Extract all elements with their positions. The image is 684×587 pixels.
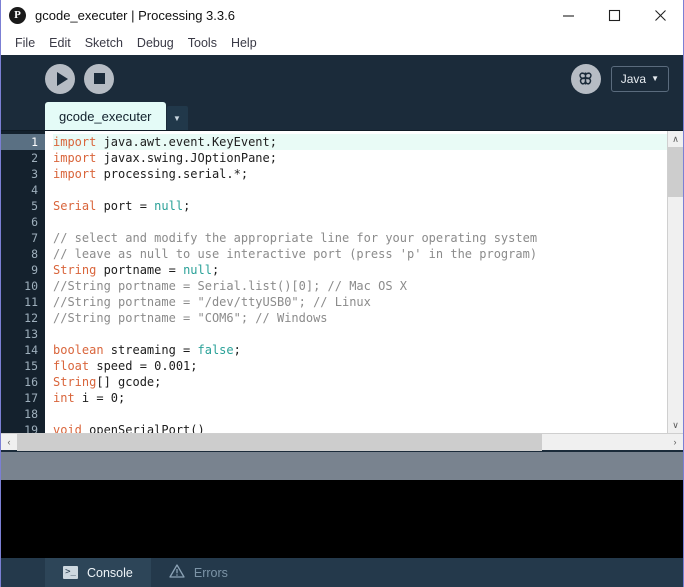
minimize-icon[interactable] — [545, 0, 591, 31]
line-number: 6 — [31, 215, 38, 229]
vscroll-thumb[interactable] — [668, 147, 683, 197]
processing-ide-window: P gcode_executer | Processing 3.3.6 File… — [0, 0, 684, 587]
code-line[interactable]: import java.awt.event.KeyEvent; — [53, 134, 667, 150]
close-icon[interactable] — [637, 0, 683, 31]
sketch-tab-strip: gcode_executer ▼ — [1, 102, 683, 130]
maximize-icon[interactable] — [591, 0, 637, 31]
terminal-icon: >_ — [63, 566, 78, 579]
editor-vertical-scrollbar[interactable]: ∧ ∨ — [667, 131, 683, 433]
code-line[interactable]: import processing.serial.*; — [53, 166, 667, 182]
hscroll-thumb[interactable] — [17, 433, 542, 451]
tab-menu-button[interactable]: ▼ — [166, 106, 188, 130]
menu-sketch[interactable]: Sketch — [78, 34, 130, 52]
editor-horizontal-scrollbar[interactable]: ‹ › — [1, 433, 683, 451]
line-number: 19 — [24, 423, 38, 433]
scroll-up-icon[interactable]: ∧ — [668, 131, 683, 147]
hscroll-track[interactable] — [17, 433, 667, 451]
line-number: 10 — [24, 279, 38, 293]
vscroll-track[interactable] — [668, 147, 683, 417]
processing-logo-icon: P — [9, 6, 26, 24]
code-line[interactable] — [53, 406, 667, 422]
window-controls — [545, 0, 683, 31]
code-text[interactable]: import java.awt.event.KeyEvent; import ja… — [45, 131, 667, 433]
warning-triangle-icon — [169, 564, 185, 581]
line-number: 12 — [24, 311, 38, 325]
title-bar: P gcode_executer | Processing 3.3.6 — [1, 0, 683, 31]
sketch-tab-label: gcode_executer — [59, 108, 152, 124]
code-line[interactable]: Serial port = null; — [53, 198, 667, 214]
tab-errors[interactable]: Errors — [151, 558, 246, 587]
line-number: 1 — [1, 134, 45, 150]
sketch-tab-gcode-executer[interactable]: gcode_executer — [45, 102, 166, 130]
line-number: 13 — [24, 327, 38, 341]
lower-panel: >_ Console Errors — [1, 452, 683, 587]
code-line[interactable]: import javax.swing.JOptionPane; — [53, 150, 667, 166]
code-line[interactable]: // leave as null to use interactive port… — [53, 246, 667, 262]
line-number: 8 — [31, 247, 38, 261]
line-number: 9 — [31, 263, 38, 277]
line-number-gutter: 1 2 3 4 5 6 7 8 9 10 11 12 13 14 15 16 17 18 19 — [1, 131, 45, 433]
chevron-down-icon: ▼ — [173, 113, 181, 123]
console-output[interactable] — [1, 480, 683, 558]
menu-edit[interactable]: Edit — [42, 34, 78, 52]
code-line[interactable]: void openSerialPort() — [53, 422, 667, 433]
line-number: 14 — [24, 343, 38, 357]
line-number: 17 — [24, 391, 38, 405]
line-number: 11 — [24, 295, 38, 309]
menu-file[interactable]: File — [8, 34, 42, 52]
window-title: gcode_executer | Processing 3.3.6 — [35, 7, 235, 23]
debugger-button[interactable] — [570, 63, 601, 94]
code-line[interactable]: float speed = 0.001; — [53, 358, 667, 374]
line-number: 4 — [31, 183, 38, 197]
code-line[interactable]: //String portname = "COM6"; // Windows — [53, 310, 667, 326]
code-line[interactable]: String portname = null; — [53, 262, 667, 278]
mode-label: Java — [620, 71, 647, 86]
code-line[interactable]: boolean streaming = false; — [53, 342, 667, 358]
code-editor: 1 2 3 4 5 6 7 8 9 10 11 12 13 14 15 16 17 18 19 import jav… — [1, 130, 683, 433]
line-number: 2 — [31, 151, 38, 165]
tab-console-label: Console — [87, 565, 133, 580]
menu-tools[interactable]: Tools — [181, 34, 224, 52]
line-number: 5 — [31, 199, 38, 213]
scroll-left-icon[interactable]: ‹ — [1, 437, 17, 447]
play-icon — [56, 71, 68, 86]
stop-button[interactable] — [84, 63, 114, 94]
code-area: 1 2 3 4 5 6 7 8 9 10 11 12 13 14 15 16 17 18 19 import jav… — [1, 131, 667, 433]
toolbar: Java ▼ — [1, 55, 683, 102]
code-line[interactable]: //String portname = "/dev/ttyUSB0"; // L… — [53, 294, 667, 310]
menu-help[interactable]: Help — [224, 34, 264, 52]
code-line[interactable]: // select and modify the appropriate lin… — [53, 230, 667, 246]
scroll-right-icon[interactable]: › — [667, 437, 683, 447]
tab-console[interactable]: >_ Console — [45, 558, 151, 587]
line-number: 7 — [31, 231, 38, 245]
code-line[interactable]: //String portname = Serial.list()[0]; //… — [53, 278, 667, 294]
chevron-down-icon: ▼ — [651, 74, 659, 83]
code-line[interactable] — [53, 214, 667, 230]
moth-icon — [579, 72, 592, 85]
line-number: 15 — [24, 359, 38, 373]
code-line[interactable]: String[] gcode; — [53, 374, 667, 390]
tab-errors-label: Errors — [193, 565, 228, 580]
code-line[interactable]: int i = 0; — [53, 390, 667, 406]
line-number: 18 — [24, 407, 38, 421]
line-number: 3 — [31, 167, 38, 181]
run-button[interactable] — [45, 63, 75, 94]
code-line[interactable] — [53, 326, 667, 342]
status-bar — [1, 452, 683, 480]
stop-icon — [93, 73, 105, 84]
scroll-down-icon[interactable]: ∨ — [668, 417, 683, 433]
menu-bar: File Edit Sketch Debug Tools Help — [1, 31, 683, 55]
bottom-tab-bar: >_ Console Errors — [1, 558, 683, 587]
code-line[interactable] — [53, 182, 667, 198]
mode-selector[interactable]: Java ▼ — [610, 65, 669, 92]
line-number: 16 — [24, 375, 38, 389]
menu-debug[interactable]: Debug — [130, 34, 181, 52]
